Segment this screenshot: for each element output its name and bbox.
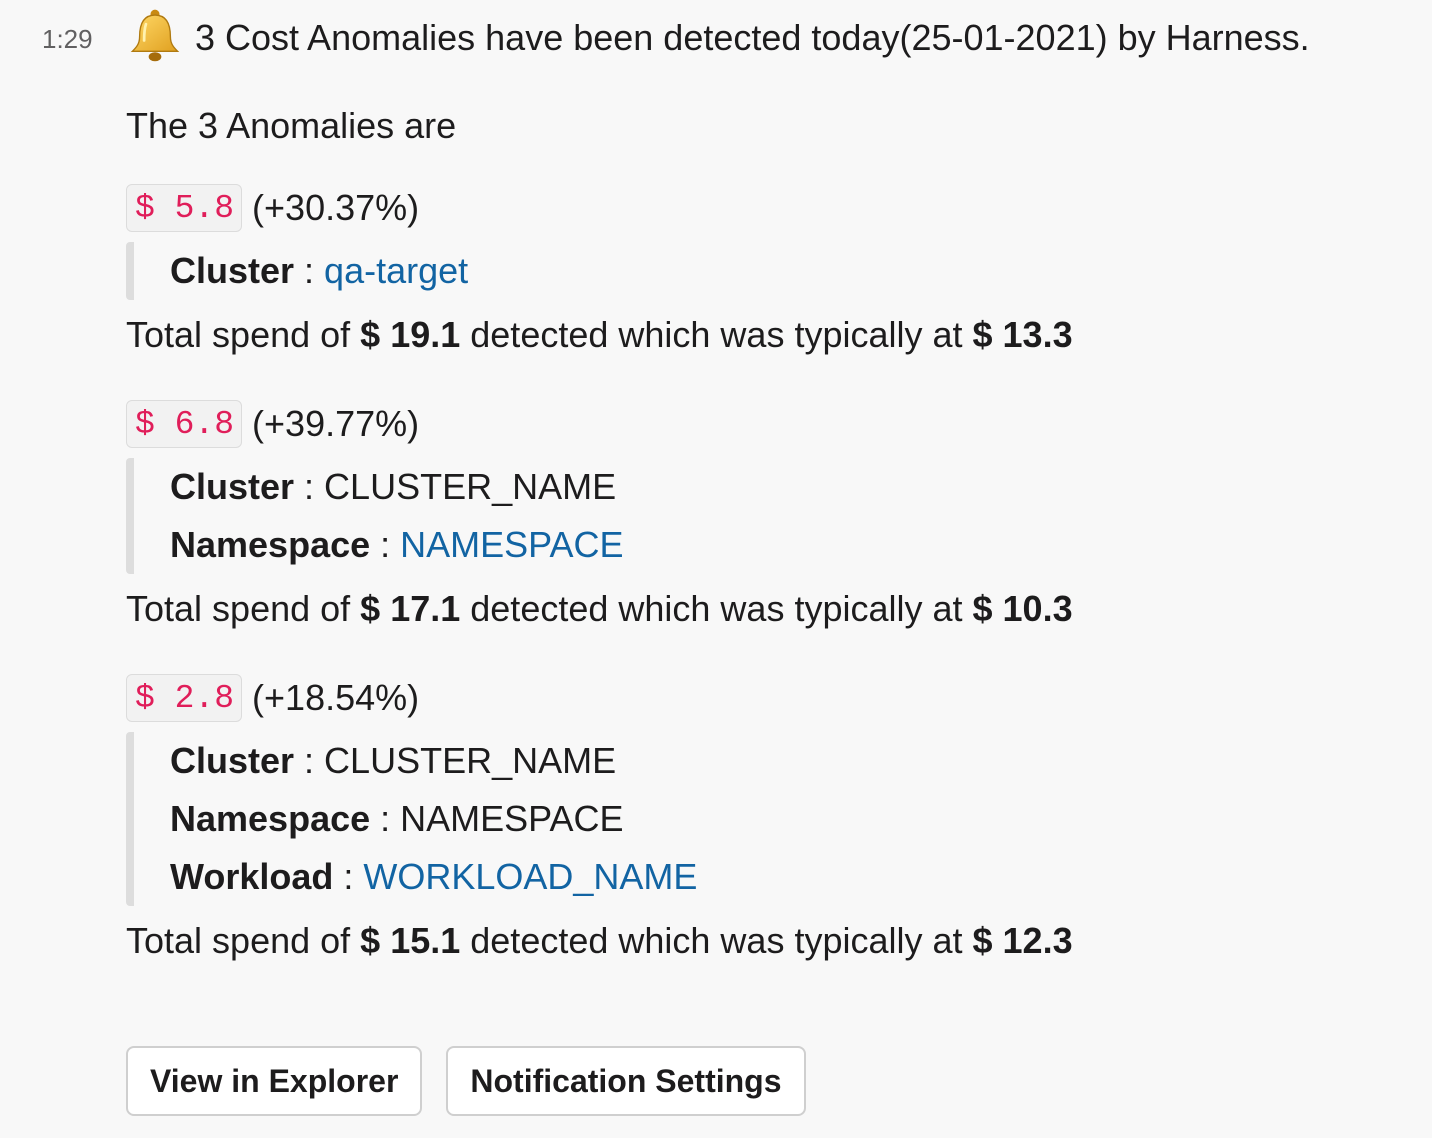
slack-message: 1:29 3 Cost Anomalies have been detected…	[0, 0, 1432, 1138]
view-in-explorer-button[interactable]: View in Explorer	[126, 1046, 423, 1116]
field-key: Workload	[170, 856, 334, 897]
field-value: CLUSTER_NAME	[324, 740, 617, 781]
field-cluster: Cluster : CLUSTER_NAME	[170, 458, 1416, 516]
field-cluster: Cluster : CLUSTER_NAME	[170, 732, 1416, 790]
field-separator: :	[370, 524, 401, 565]
field-cluster: Cluster : qa-target	[170, 242, 1416, 300]
typical-amount: $ 12.3	[972, 920, 1073, 961]
field-key: Cluster	[170, 250, 295, 291]
total-amount: $ 17.1	[360, 588, 461, 629]
anomaly-total-line: Total spend of $ 19.1 detected which was…	[126, 306, 1416, 364]
total-amount: $ 15.1	[360, 920, 461, 961]
field-separator: :	[294, 466, 325, 507]
anomaly-cost-line: $ 5.8 (+30.37%)	[126, 182, 1416, 234]
total-prefix: Total spend of	[126, 314, 361, 355]
total-prefix: Total spend of	[126, 588, 361, 629]
typical-amount: $ 13.3	[972, 314, 1073, 355]
message-header: 3 Cost Anomalies have been detected toda…	[195, 17, 1310, 58]
message-timestamp[interactable]: 1:29	[42, 24, 93, 54]
intro-text: The 3 Anomalies are	[126, 105, 457, 146]
field-separator: :	[294, 740, 325, 781]
workload-link[interactable]: WORKLOAD_NAME	[363, 856, 697, 897]
field-separator: :	[370, 798, 401, 839]
anomaly-details-quote: Cluster : CLUSTER_NAME Namespace : NAMES…	[126, 732, 1416, 906]
typical-amount: $ 10.3	[972, 588, 1073, 629]
total-prefix: Total spend of	[126, 920, 361, 961]
anomaly-change-percent: (+39.77%)	[252, 403, 420, 444]
bell-icon	[130, 9, 180, 62]
message-body: The 3 Anomalies are $ 5.8 (+30.37%) Clus…	[126, 100, 1416, 1004]
notification-settings-button[interactable]: Notification Settings	[446, 1046, 806, 1116]
anomaly-details-quote: Cluster : qa-target	[126, 242, 1416, 300]
anomaly-item: $ 2.8 (+18.54%) Cluster : CLUSTER_NAME N…	[126, 672, 1416, 970]
anomaly-change-percent: (+30.37%)	[252, 187, 420, 228]
message-actions: View in Explorer Notification Settings	[126, 1046, 806, 1116]
namespace-link[interactable]: NAMESPACE	[400, 524, 623, 565]
field-key: Namespace	[170, 524, 371, 565]
total-middle: detected which was typically at	[460, 314, 973, 355]
anomaly-cost-chip: $ 2.8	[126, 674, 243, 722]
anomaly-item: $ 5.8 (+30.37%) Cluster : qa-target Tota…	[126, 182, 1416, 364]
total-middle: detected which was typically at	[460, 588, 973, 629]
anomaly-cost-line: $ 6.8 (+39.77%)	[126, 398, 1416, 450]
cluster-link[interactable]: qa-target	[324, 250, 468, 291]
anomaly-change-percent: (+18.54%)	[252, 677, 420, 718]
anomaly-cost-line: $ 2.8 (+18.54%)	[126, 672, 1416, 724]
field-separator: :	[294, 250, 325, 291]
field-namespace: Namespace : NAMESPACE	[170, 516, 1416, 574]
field-key: Cluster	[170, 466, 295, 507]
field-workload: Workload : WORKLOAD_NAME	[170, 848, 1416, 906]
field-key: Cluster	[170, 740, 295, 781]
field-separator: :	[333, 856, 364, 897]
field-value: CLUSTER_NAME	[324, 466, 617, 507]
anomaly-cost-chip: $ 5.8	[126, 184, 243, 232]
anomaly-details-quote: Cluster : CLUSTER_NAME Namespace : NAMES…	[126, 458, 1416, 574]
field-namespace: Namespace : NAMESPACE	[170, 790, 1416, 848]
anomaly-item: $ 6.8 (+39.77%) Cluster : CLUSTER_NAME N…	[126, 398, 1416, 638]
anomaly-cost-chip: $ 6.8	[126, 400, 243, 448]
total-amount: $ 19.1	[360, 314, 461, 355]
total-middle: detected which was typically at	[460, 920, 973, 961]
field-value: NAMESPACE	[400, 798, 624, 839]
anomaly-total-line: Total spend of $ 17.1 detected which was…	[126, 580, 1416, 638]
field-key: Namespace	[170, 798, 371, 839]
anomaly-total-line: Total spend of $ 15.1 detected which was…	[126, 912, 1416, 970]
